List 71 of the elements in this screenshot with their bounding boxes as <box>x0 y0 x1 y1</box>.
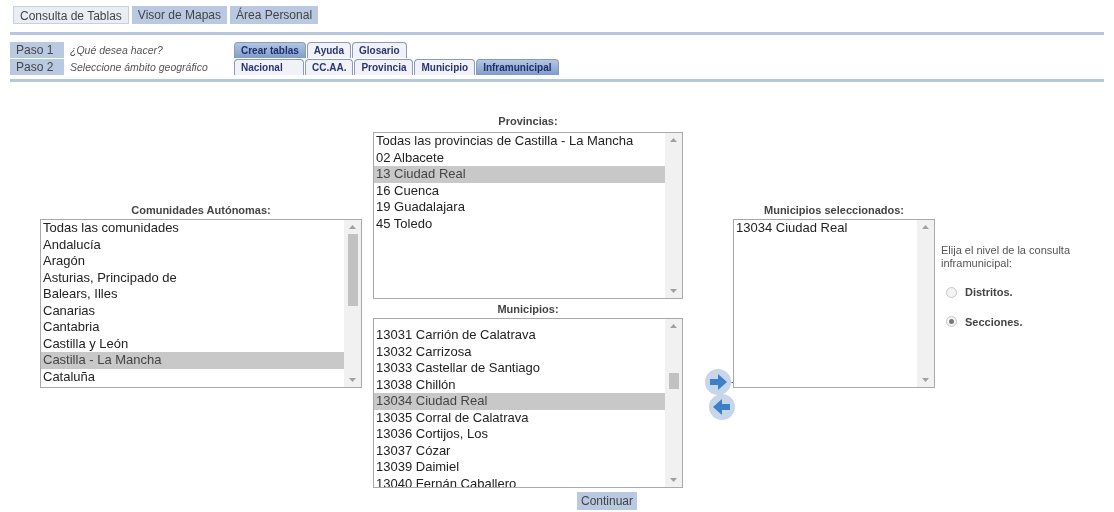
list-option[interactable]: 13036 Cortijos, Los <box>374 426 665 443</box>
list-title: Municipios seleccionados: <box>763 204 905 217</box>
nav-tab[interactable]: Área Personal <box>230 6 319 24</box>
list-option[interactable]: Cataluña <box>41 368 344 385</box>
radio-button[interactable] <box>946 316 957 328</box>
list-option[interactable]: 13033 Castellar de Santiago <box>374 360 665 377</box>
list-option[interactable]: 13034 Ciudad Real <box>734 220 917 237</box>
step-tab[interactable]: Provincia <box>354 59 414 75</box>
scrollbar[interactable] <box>665 133 682 298</box>
list-option[interactable]: 16 Cuenca <box>374 182 665 199</box>
step-description: ¿Qué desea hacer? <box>69 43 164 58</box>
step-tab[interactable]: Crear tablas <box>234 42 306 58</box>
list-option[interactable]: Todas las comunidades <box>41 220 344 237</box>
list-option[interactable]: Aragón <box>41 253 344 270</box>
list-option[interactable]: Canarias <box>41 302 344 319</box>
step-tab[interactable]: Glosario <box>352 42 407 58</box>
list-box[interactable]: Todas las provincias de Castilla - La Mancha 02 Albacete 13 Ciudad Real 16 Cuenca 19 Guadalajara 45 Toledo <box>373 132 683 299</box>
scroll-down-icon[interactable] <box>922 378 929 382</box>
list-option[interactable]: 13 Ciudad Real <box>374 166 665 183</box>
scroll-up-icon[interactable] <box>349 225 356 229</box>
list-option[interactable]: 13040 Fernán Caballero <box>374 475 665 487</box>
list-box[interactable]: 13034 Ciudad Real <box>733 219 935 388</box>
step-label: Paso 2 <box>10 59 64 75</box>
list-option[interactable]: Todas las provincias de Castilla - La Mancha <box>374 133 665 150</box>
step-tab[interactable]: Nacional <box>234 59 304 75</box>
list-title: Comunidades Autónomas: <box>130 204 272 217</box>
step-description: Seleccione ámbito geográfico <box>69 60 209 75</box>
step-tab[interactable]: Ayuda <box>306 42 351 58</box>
scroll-up-icon[interactable] <box>922 225 929 229</box>
step-label: Paso 1 <box>10 42 64 58</box>
list-option[interactable]: Cantabria <box>41 319 344 336</box>
list-box[interactable]: Todas las comunidades Andalucía Aragón Asturias, Principado de Balears, Illes Canarias Cantabria Castilla y León Castilla - La Mancha Cataluña <box>40 219 362 388</box>
scrollbar[interactable] <box>665 319 682 487</box>
list-option[interactable]: Asturias, Principado de <box>41 269 344 286</box>
step-tab[interactable]: CC.AA. <box>305 59 354 75</box>
nav-tab[interactable]: Visor de Mapas <box>131 6 227 24</box>
dash-text: - <box>731 374 735 391</box>
radio-button[interactable] <box>946 286 957 298</box>
list-option[interactable]: 13038 Chillón <box>374 376 665 393</box>
list-option[interactable]: Balears, Illes <box>41 286 344 303</box>
level-prompt: Elija el nivel de la consulta inframunicipal: <box>941 244 1072 270</box>
nav-tab[interactable]: Consulta de Tablas <box>13 6 129 24</box>
scroll-up-icon[interactable] <box>670 138 677 142</box>
scroll-down-icon[interactable] <box>349 378 356 382</box>
list-title: Municipios: <box>496 303 560 316</box>
continue-button[interactable]: Continuar <box>577 492 638 510</box>
list-option[interactable]: Castilla - La Mancha <box>41 352 344 369</box>
list-option[interactable]: 02 Albacete <box>374 149 665 166</box>
radio-label: Secciones. <box>965 314 1023 330</box>
scroll-down-icon[interactable] <box>670 478 677 482</box>
scrollbar[interactable] <box>344 220 361 387</box>
radio-label: Distritos. <box>965 285 1013 300</box>
list-option[interactable]: 13031 Carrión de Calatrava <box>374 327 665 344</box>
list-box[interactable]: 13031 Carrión de Calatrava 13032 Carrizosa 13033 Castellar de Santiago 13038 Chillón 13034 Ciudad Real 13035 Corral de Calatrava 13036 Cortijos, Los 13037 Cózar 13039 Daimiel 13040 Fernán Caballero <box>373 318 683 488</box>
list-option[interactable]: 13034 Ciudad Real <box>374 393 665 410</box>
list-option[interactable]: 13032 Carrizosa <box>374 343 665 360</box>
list-option[interactable]: Andalucía <box>41 236 344 253</box>
list-option[interactable]: 45 Toledo <box>374 215 665 232</box>
scrollbar-thumb[interactable] <box>347 234 358 306</box>
step-tab[interactable]: Municipio <box>414 59 476 75</box>
scrollbar-thumb[interactable] <box>668 373 679 389</box>
scroll-down-icon[interactable] <box>670 289 677 293</box>
list-title: Provincias: <box>497 115 559 128</box>
list-option[interactable]: 13035 Corral de Calatrava <box>374 409 665 426</box>
list-option[interactable]: 13039 Daimiel <box>374 459 665 476</box>
list-option[interactable]: Castilla y León <box>41 335 344 352</box>
list-option[interactable]: 19 Guadalajara <box>374 199 665 216</box>
scrollbar[interactable] <box>917 220 934 387</box>
step-tab[interactable]: Inframunicipal <box>476 59 559 75</box>
list-option[interactable]: 13037 Cózar <box>374 442 665 459</box>
scroll-up-icon[interactable] <box>670 324 677 328</box>
